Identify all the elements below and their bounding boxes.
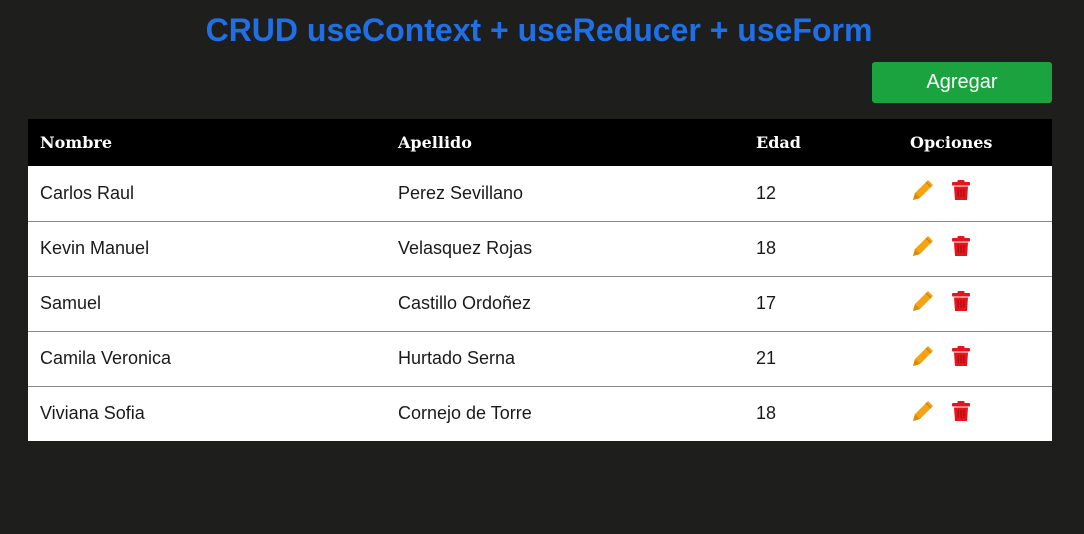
column-header-apellido: Apellido xyxy=(386,119,744,166)
column-header-nombre: Nombre xyxy=(28,119,386,166)
pencil-icon[interactable] xyxy=(910,233,936,259)
cell-nombre: Carlos Raul xyxy=(28,166,386,222)
cell-apellido: Cornejo de Torre xyxy=(386,386,744,441)
table-row: Camila Veronica Hurtado Serna 21 xyxy=(28,331,1052,387)
cell-apellido: Velasquez Rojas xyxy=(386,221,744,277)
cell-nombre: Camila Veronica xyxy=(28,331,386,387)
pencil-icon[interactable] xyxy=(910,343,936,369)
trash-icon[interactable] xyxy=(951,235,971,257)
cell-edad: 21 xyxy=(744,331,898,387)
cell-nombre: Kevin Manuel xyxy=(28,221,386,277)
pencil-icon[interactable] xyxy=(910,177,936,203)
add-button[interactable]: Agregar xyxy=(872,62,1052,103)
trash-icon[interactable] xyxy=(951,290,971,312)
table-row: Carlos Raul Perez Sevillano 12 xyxy=(28,166,1052,222)
column-header-opciones: Opciones xyxy=(898,119,1052,166)
table-row: Samuel Castillo Ordoñez 17 xyxy=(28,276,1052,332)
cell-edad: 17 xyxy=(744,276,898,332)
table-header-row: Nombre Apellido Edad Opciones xyxy=(28,119,1052,166)
cell-apellido: Perez Sevillano xyxy=(386,166,744,222)
pencil-icon[interactable] xyxy=(910,398,936,424)
cell-opciones xyxy=(898,331,1052,387)
trash-icon[interactable] xyxy=(951,400,971,422)
cell-opciones xyxy=(898,221,1052,277)
cell-nombre: Samuel xyxy=(28,276,386,332)
users-table: Nombre Apellido Edad Opciones Carlos Rau… xyxy=(28,119,1052,441)
cell-apellido: Hurtado Serna xyxy=(386,331,744,387)
page: CRUD useContext + useReducer + useForm A… xyxy=(0,0,1084,534)
cell-edad: 12 xyxy=(744,166,898,222)
trash-icon[interactable] xyxy=(951,179,971,201)
cell-edad: 18 xyxy=(744,386,898,441)
cell-apellido: Castillo Ordoñez xyxy=(386,276,744,332)
cell-edad: 18 xyxy=(744,221,898,277)
table-header: Nombre Apellido Edad Opciones xyxy=(28,119,1052,166)
cell-nombre: Viviana Sofia xyxy=(28,386,386,441)
table-row: Kevin Manuel Velasquez Rojas 18 xyxy=(28,221,1052,277)
cell-opciones xyxy=(898,276,1052,332)
page-title: CRUD useContext + useReducer + useForm xyxy=(205,12,873,48)
column-header-edad: Edad xyxy=(744,119,898,166)
pencil-icon[interactable] xyxy=(910,288,936,314)
table-row: Viviana Sofia Cornejo de Torre 18 xyxy=(28,386,1052,441)
cell-opciones xyxy=(898,386,1052,441)
cell-opciones xyxy=(898,166,1052,222)
trash-icon[interactable] xyxy=(951,345,971,367)
table-body: Carlos Raul Perez Sevillano 12 Kevin Man… xyxy=(28,166,1052,441)
